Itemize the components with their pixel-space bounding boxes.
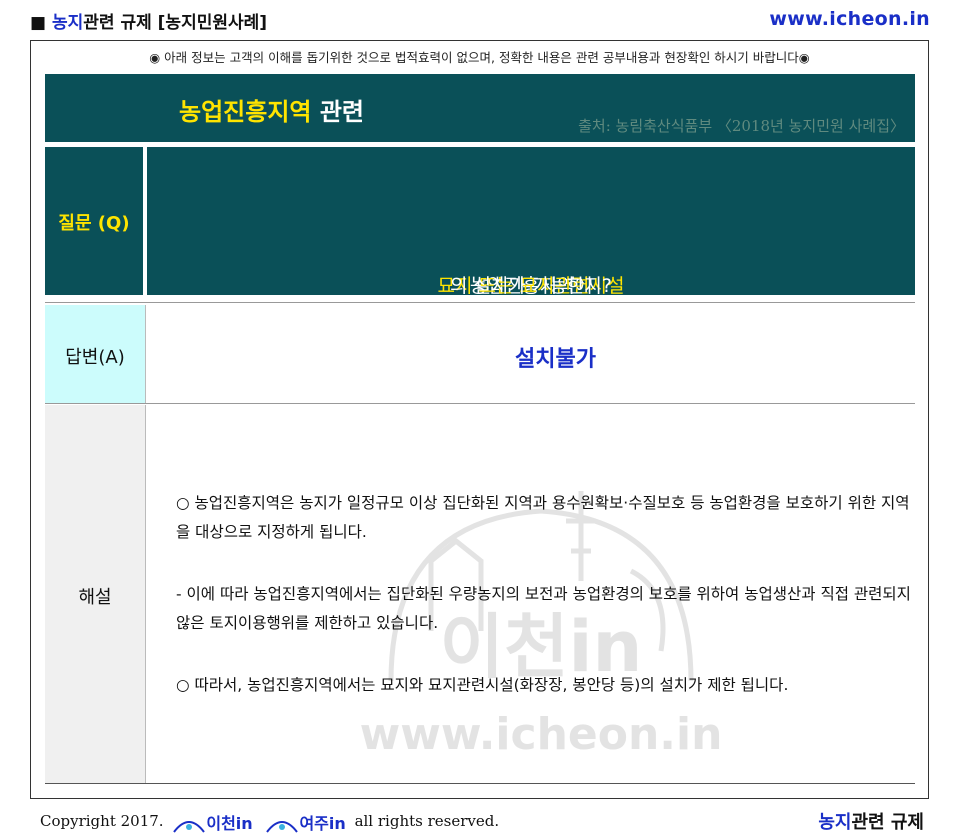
answer-label-cell: 답변(A) [45,305,145,403]
disclaimer-notice: ◉ 아래 정보는 고객의 이해를 돕기위한 것으로 법적효력이 없으며, 정확한… [149,50,810,65]
question-text-end: 의 설치가 가능한지? [449,275,612,297]
source-citation: 출처: 농림축산식품부 〈2018년 농지민원 사례집〉 [578,117,905,135]
copyright-text: Copyright 2017. [40,812,164,830]
question-label: 질문 (Q) [58,213,130,234]
icheon-logo-icon [173,820,206,833]
document-title: ■ 농지관련 규제 [농지민원사례] [30,8,267,33]
title-rest: 관련 규제 [농지민원사례] [83,13,268,33]
top-bar: ■ 농지관련 규제 [농지민원사례] www.icheon.in [30,6,930,34]
content-frame: ◉ 아래 정보는 고객의 이해를 돕기위한 것으로 법적효력이 없으며, 정확한… [30,40,929,799]
divider-answer-top [45,302,915,303]
explanation-body: ○ 농업진흥지역은 농지가 일정규모 이상 집단화된 지역과 용수원확보·수질보… [176,489,911,733]
footer-category-highlight: 농지 [818,812,852,833]
header-title-rest: 관련 [311,98,364,126]
brand-yeoju-label: 여주in [299,814,346,833]
footer-category-rest: 관련 규제 [851,812,924,833]
explanation-label-cell: 해설 [45,405,145,783]
explanation-paragraph-3: ○ 따라서, 농업진흥지역에서는 묘지와 묘지관련시설(화장장, 봉안당 등)의… [176,676,789,694]
explanation-paragraph-1: ○ 농업진흥지역은 농지가 일정규모 이상 집단화된 지역과 용수원확보·수질보… [176,494,910,541]
question-body-cell: 농업진흥지역에 묘지 또는 묘지관련시설 의 설치가 가능한지? [147,147,915,297]
header-title: 농업진흥지역 관련 [179,92,364,127]
divider-answer-bottom [45,403,915,404]
site-link[interactable]: www.icheon.in [769,8,930,30]
brand-icheon[interactable]: 이천in [172,810,253,834]
header-title-highlight: 농업진흥지역 [179,98,312,126]
title-marker: ■ [30,13,52,33]
question-label-cell: 질문 (Q) [45,147,143,295]
title-highlight: 농지 [51,13,84,33]
divider-bottom [45,783,915,784]
yeoju-logo-icon [266,820,299,833]
answer-label: 답변(A) [65,347,125,368]
explanation-label: 해설 [78,587,112,608]
brand-icheon-label: 이천in [206,814,253,833]
brand-yeoju[interactable]: 여주in [265,810,346,834]
footer-copyright: Copyright 2017. 이천in 여주in all rights res… [40,810,499,834]
footer-category: 농지관련 규제 [818,808,924,834]
explanation-column-separator [145,405,146,783]
answer-column-separator [145,305,146,403]
explanation-paragraph-2: - 이에 따라 농업진흥지역에서는 집단화된 우량농지의 보전과 농업환경의 보… [176,585,911,632]
header-band: 농업진흥지역 관련 출처: 농림축산식품부 〈2018년 농지민원 사례집〉 [45,74,915,142]
rights-text: all rights reserved. [354,812,500,830]
answer-text: 설치불가 [515,347,596,372]
